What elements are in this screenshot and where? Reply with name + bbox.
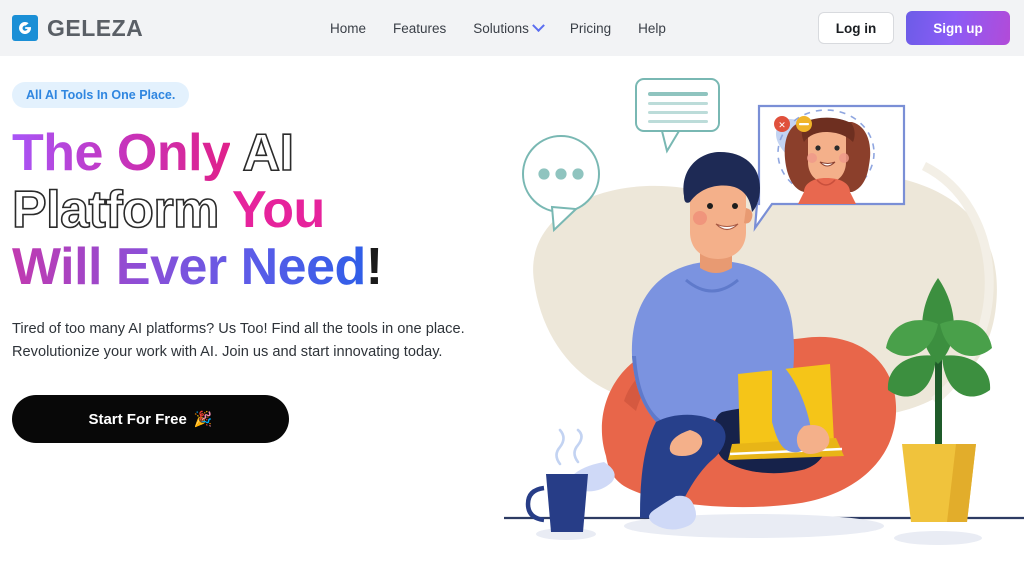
geleza-logo-icon (12, 15, 38, 41)
hero-paragraph-line1: Tired of too many AI platforms? Us Too! … (12, 321, 465, 337)
hero-paragraph-line2: Revolutionize your work with AI. Join us… (12, 344, 443, 360)
nav-label-pricing: Pricing (569, 20, 612, 36)
person-cheek (693, 211, 707, 225)
person-eye-right (732, 203, 738, 209)
nav-label-help: Help (638, 20, 666, 36)
headline-part-you: You (231, 181, 325, 239)
hero-paragraph: Tired of too many AI platforms? Us Too! … (12, 318, 482, 364)
headline-part-ai: AI (242, 124, 295, 183)
nav-item-help[interactable]: Help (638, 21, 666, 36)
woman-cheek-right (839, 153, 849, 163)
site-header: GELEZA Home Features Solutions Pricing H… (0, 0, 1024, 56)
hero-badge: All AI Tools In One Place. (12, 82, 190, 108)
woman-eye-right (834, 145, 840, 151)
start-for-free-button[interactable]: Start For Free 🎉 (12, 395, 289, 443)
plant-shadow (894, 531, 982, 545)
hero-illustration: ✕ (504, 56, 1024, 576)
cta-label: Start For Free (88, 410, 187, 428)
hero-section: All AI Tools In One Place. The Only AI P… (0, 56, 1024, 576)
coffee-mug-icon (525, 428, 596, 540)
headline-part-the-only: The Only (12, 124, 231, 182)
nav-item-solutions[interactable]: Solutions (473, 18, 545, 36)
nav-item-features[interactable]: Features (393, 21, 446, 36)
nav-label-solutions: Solutions (473, 20, 529, 36)
party-popper-icon: 🎉 (193, 411, 213, 428)
hero-headline: The Only AI Platform You Will Ever Need! (11, 124, 532, 296)
brand-logo[interactable]: GELEZA (12, 15, 143, 42)
mug-handle (525, 485, 545, 523)
brand-name: GELEZA (47, 14, 144, 41)
auth-actions: Log in Sign up (818, 11, 1010, 45)
mug-steam-1 (555, 428, 565, 466)
mug-body (546, 474, 588, 532)
headline-part-will-ever-need: Will Ever Need (12, 238, 366, 296)
chevron-down-icon (531, 18, 545, 32)
nav-item-pricing[interactable]: Pricing (570, 21, 611, 36)
signup-button[interactable]: Sign up (906, 11, 1010, 45)
woman-cheek-left (807, 153, 817, 163)
svg-text:✕: ✕ (778, 120, 786, 130)
headline-part-platform: Platform (11, 181, 220, 240)
chat-bubble-rect-icon (635, 78, 720, 154)
nav-item-home[interactable]: Home (330, 21, 366, 36)
nav-label-features: Features (393, 20, 447, 36)
nav-label-home: Home (330, 20, 367, 36)
woman-eye-left (815, 145, 821, 151)
hero-content: All AI Tools In One Place. The Only AI P… (11, 82, 532, 443)
headline-part-exclamation: ! (365, 238, 383, 296)
main-navigation: Home Features Solutions Pricing Help (330, 18, 666, 36)
mug-steam-2 (573, 428, 583, 464)
person-eye-left (707, 203, 713, 209)
illustration-svg: ✕ (504, 78, 1024, 545)
login-button[interactable]: Log in (818, 12, 894, 44)
